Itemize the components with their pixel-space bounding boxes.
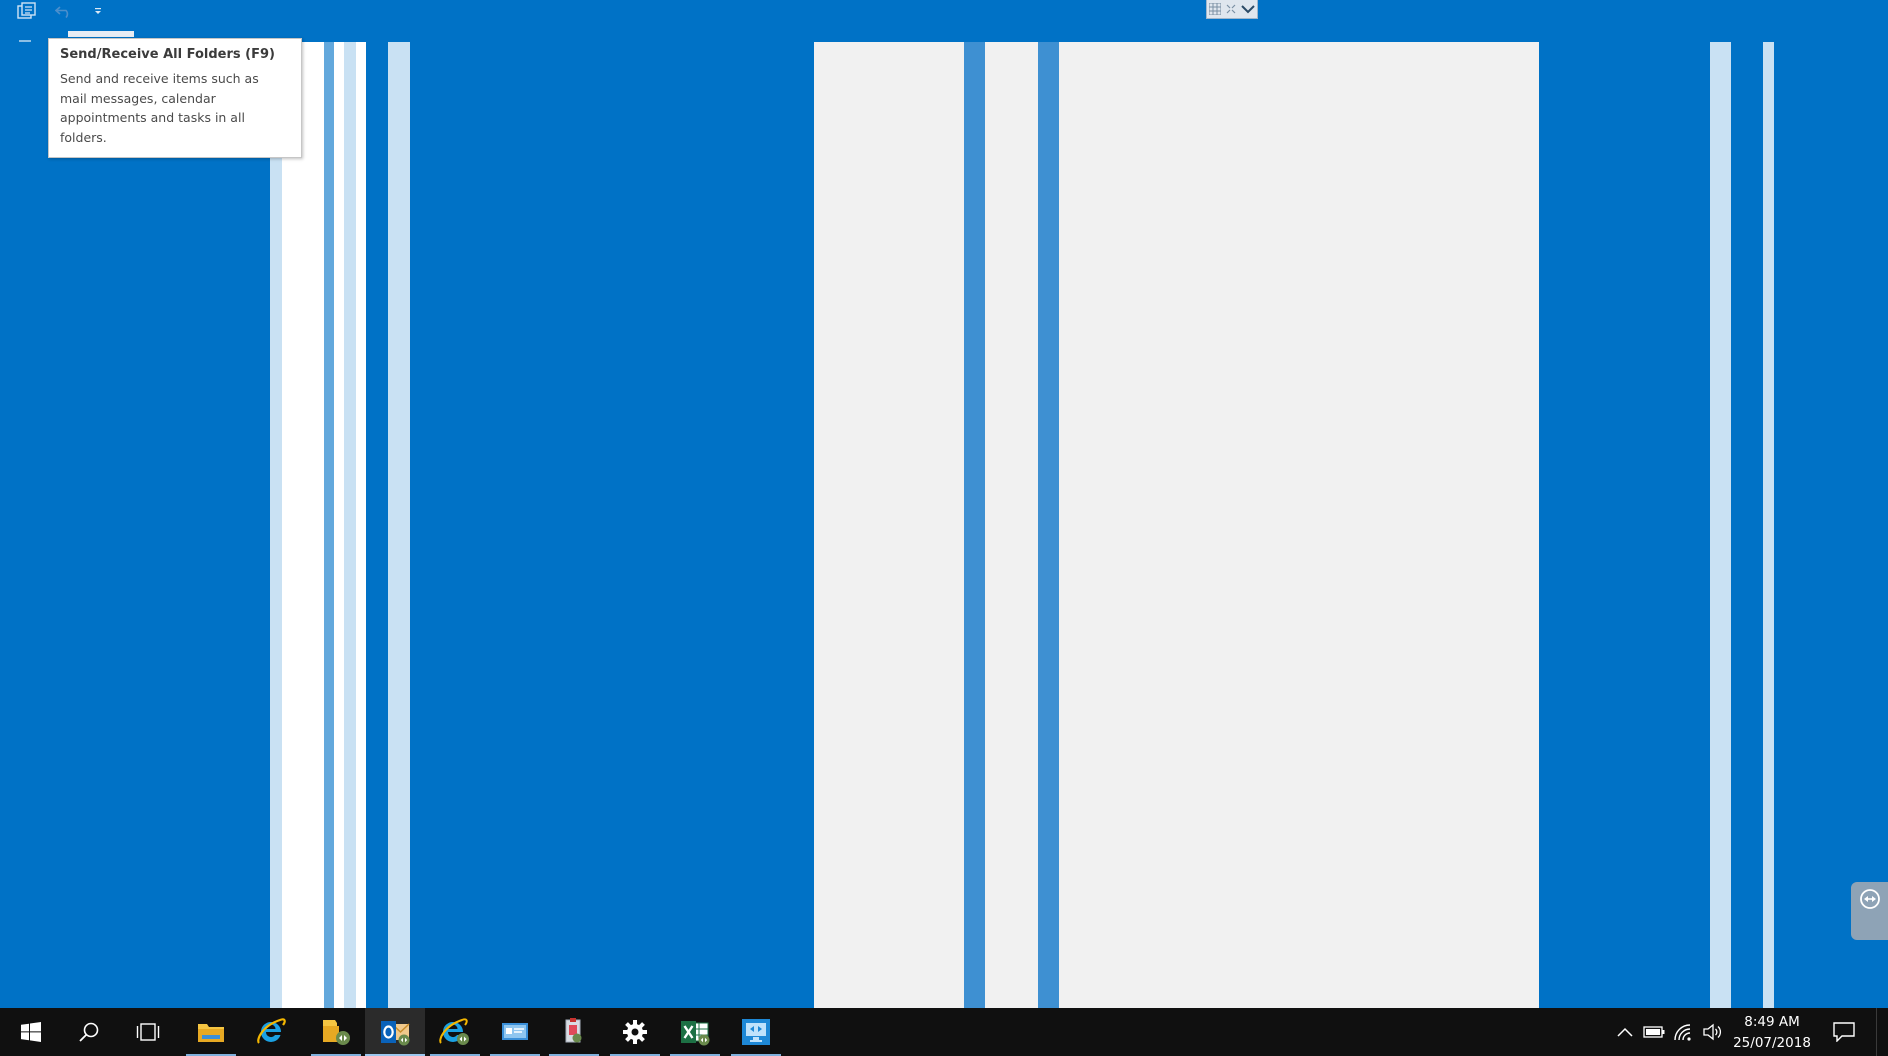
show-hidden-icons-button[interactable] — [1612, 1008, 1638, 1056]
ribbon-tab-hint — [68, 31, 134, 37]
notification-icon — [1833, 1022, 1855, 1042]
render-band — [344, 42, 356, 1008]
volume-icon — [1703, 1023, 1722, 1041]
remote-desktop-icon — [742, 1019, 770, 1045]
render-band — [1059, 42, 1539, 1008]
chevron-down-icon — [95, 8, 101, 14]
chevron-up-icon — [1617, 1027, 1633, 1037]
tooltip-title: Send/Receive All Folders (F9) — [60, 47, 275, 62]
clock-date: 25/07/2018 — [1733, 1035, 1811, 1051]
search-button[interactable] — [60, 1008, 118, 1056]
taskbar: 8:49 AM 25/07/2018 — [0, 1008, 1888, 1056]
taskbar-file-explorer-remote[interactable] — [307, 1008, 365, 1056]
taskbar-internet-explorer[interactable] — [242, 1008, 300, 1056]
undo-button[interactable] — [53, 0, 75, 22]
render-band — [964, 42, 985, 1008]
render-band — [282, 42, 324, 1008]
send-receive-tooltip: Send/Receive All Folders (F9) Send and r… — [48, 38, 302, 158]
taskbar-excel-remote[interactable] — [666, 1008, 724, 1056]
taskbar-remote-desktop[interactable] — [727, 1008, 785, 1056]
battery-button[interactable] — [1641, 1008, 1667, 1056]
taskbar-remote-app[interactable] — [545, 1008, 603, 1056]
double-arrow-icon — [1859, 889, 1880, 909]
clock-time: 8:49 AM — [1744, 1014, 1800, 1030]
render-band — [388, 42, 410, 1008]
wifi-icon — [1674, 1024, 1691, 1041]
action-center-button[interactable] — [1822, 1008, 1866, 1056]
search-icon — [79, 1022, 99, 1042]
render-band — [985, 42, 1038, 1008]
remote-app-icon — [565, 1018, 582, 1043]
outlook-icon — [381, 1021, 410, 1046]
volume-button[interactable] — [1699, 1008, 1725, 1056]
grid-icon — [1209, 3, 1222, 15]
battery-icon — [1643, 1026, 1665, 1038]
render-band — [270, 42, 282, 1008]
excel-remote-icon — [681, 1021, 710, 1046]
render-band — [1710, 42, 1731, 1008]
task-view-icon — [136, 1023, 160, 1041]
render-band — [334, 42, 344, 1008]
file-explorer-remote-icon — [323, 1020, 350, 1045]
render-band — [1038, 42, 1059, 1008]
task-view-button[interactable] — [119, 1008, 177, 1056]
clock[interactable]: 8:49 AM 25/07/2018 — [1724, 1012, 1820, 1052]
remote-control-side-tab[interactable] — [1851, 882, 1888, 940]
customize-quick-access-toolbar-button[interactable] — [90, 0, 106, 22]
taskbar-outlook[interactable] — [365, 1008, 425, 1056]
taskbar-file-explorer[interactable] — [182, 1008, 240, 1056]
file-explorer-icon — [198, 1024, 224, 1042]
control-panel-icon — [502, 1023, 528, 1040]
view-control[interactable] — [1206, 0, 1258, 19]
internet-explorer-icon — [257, 1018, 286, 1044]
start-button[interactable] — [2, 1008, 60, 1056]
internet-explorer-remote-icon — [439, 1018, 469, 1045]
tooltip-description: Send and receive items such as mail mess… — [60, 71, 259, 145]
windows-start-icon — [21, 1022, 41, 1042]
render-band — [324, 42, 334, 1008]
render-band — [356, 42, 366, 1008]
expand-icon — [1226, 4, 1236, 14]
taskbar-control-panel[interactable] — [486, 1008, 544, 1056]
chevron-down-icon — [1240, 4, 1255, 13]
send-receive-all-folders-button[interactable] — [15, 0, 39, 22]
send-receive-icon — [17, 2, 36, 19]
taskbar-settings[interactable] — [606, 1008, 664, 1056]
file-tab-hint — [19, 40, 31, 42]
render-band — [1763, 42, 1774, 1008]
render-band — [814, 42, 964, 1008]
undo-icon — [55, 6, 69, 18]
network-button[interactable] — [1670, 1008, 1696, 1056]
settings-gear-icon — [623, 1020, 647, 1044]
show-desktop-button[interactable] — [1876, 1008, 1888, 1056]
taskbar-internet-explorer-remote[interactable] — [426, 1008, 484, 1056]
screen: Send/Receive All Folders (F9) Send and r… — [0, 0, 1888, 1056]
